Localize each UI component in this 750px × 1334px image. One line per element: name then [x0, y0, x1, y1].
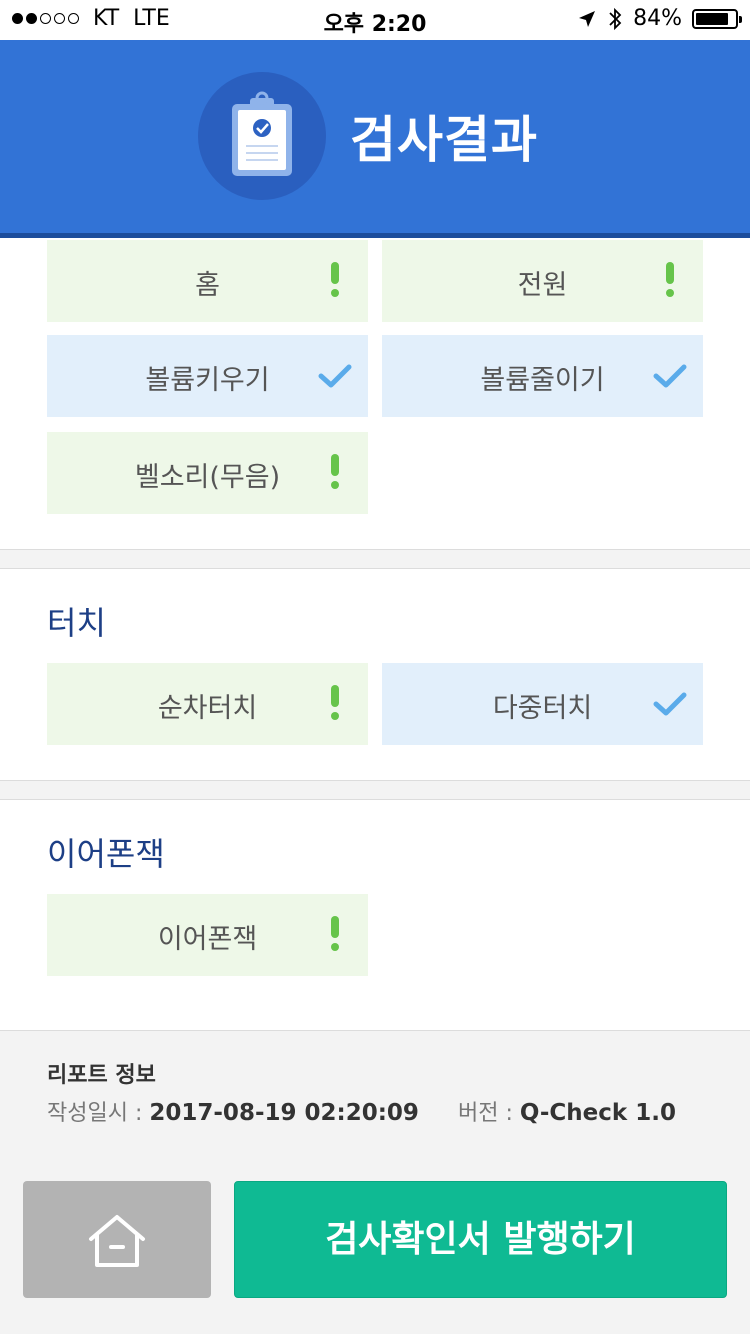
battery-icon — [692, 8, 742, 29]
clipboard-check-icon — [232, 91, 292, 176]
exclamation-icon — [318, 916, 352, 954]
report-version-value: Q-Check 1.0 — [519, 1100, 676, 1126]
section-divider — [0, 549, 750, 569]
report-created-label: 작성일시 : — [47, 1101, 143, 1126]
bluetooth-icon — [609, 7, 622, 30]
carrier-name: KT — [93, 6, 120, 31]
checkmark-icon — [318, 364, 352, 388]
section-divider — [0, 780, 750, 800]
report-footer: 리포트 정보 작성일시 : 2017-08-19 02:20:09 버전 : Q… — [0, 1030, 750, 1334]
home-icon — [89, 1215, 145, 1267]
test-item-home[interactable]: 홈 — [47, 240, 368, 322]
test-item-sequential-touch[interactable]: 순차터치 — [47, 663, 368, 745]
section-title-touch: 터치 — [47, 604, 106, 642]
exclamation-icon — [318, 685, 352, 723]
report-heading: 리포트 정보 — [47, 1063, 156, 1088]
exclamation-icon — [318, 454, 352, 492]
section-title-earphone: 이어폰잭 — [47, 835, 165, 873]
location-arrow-icon — [579, 10, 596, 27]
checkmark-icon — [653, 692, 687, 716]
report-created-value: 2017-08-19 02:20:09 — [149, 1100, 419, 1126]
report-created: 작성일시 : 2017-08-19 02:20:09 — [47, 1095, 419, 1127]
home-button[interactable] — [23, 1181, 211, 1298]
exclamation-icon — [318, 262, 352, 300]
status-bar: KT LTE 오후 2:20 84% — [0, 0, 750, 40]
network-type: LTE — [133, 6, 170, 31]
report-version-label: 버전 : — [458, 1101, 513, 1126]
test-item-volume-down[interactable]: 볼륨줄이기 — [382, 335, 703, 417]
test-item-ringer-mute[interactable]: 벨소리(무음) — [47, 432, 368, 514]
test-item-volume-up[interactable]: 볼륨키우기 — [47, 335, 368, 417]
page-title: 검사결과 — [350, 111, 538, 169]
issue-certificate-button[interactable]: 검사확인서 발행하기 — [234, 1181, 727, 1298]
battery-percentage: 84% — [633, 6, 682, 31]
status-left: KT LTE — [12, 6, 170, 31]
signal-strength-icon — [12, 13, 79, 24]
status-right: 84% — [577, 6, 742, 31]
exclamation-icon — [653, 262, 687, 300]
test-item-earphone-jack[interactable]: 이어폰잭 — [47, 894, 368, 976]
checkmark-icon — [653, 364, 687, 388]
report-version: 버전 : Q-Check 1.0 — [458, 1095, 676, 1127]
test-item-power[interactable]: 전원 — [382, 240, 703, 322]
header-icon-circle — [198, 72, 326, 200]
test-item-multi-touch[interactable]: 다중터치 — [382, 663, 703, 745]
header: 검사결과 — [0, 40, 750, 238]
